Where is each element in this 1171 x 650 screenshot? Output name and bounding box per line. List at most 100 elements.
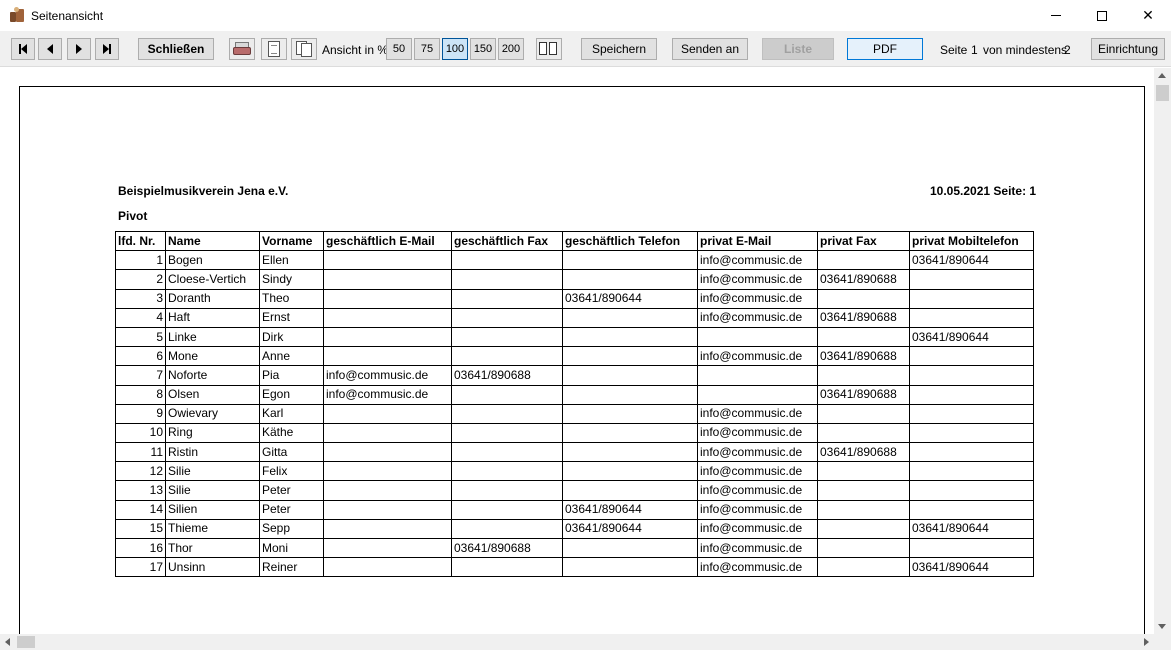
- two-pages-button[interactable]: [291, 38, 317, 60]
- vertical-scroll-thumb[interactable]: [1156, 85, 1169, 101]
- cell-col-nr: 8: [115, 384, 166, 405]
- maximize-button[interactable]: [1079, 0, 1125, 31]
- table-row: 8 Olsen Egon info@commusic.de 03641/890688: [115, 384, 1034, 405]
- zoom-label: Ansicht in %: [322, 43, 389, 57]
- table-row: 3 Doranth Theo 03641/890644 info@commusic.de: [115, 288, 1034, 309]
- scroll-up-icon[interactable]: [1158, 73, 1166, 78]
- next-page-button[interactable]: [67, 38, 91, 60]
- zoom-100-button[interactable]: 100: [442, 38, 468, 60]
- app-icon: [9, 7, 25, 23]
- cell-col-privat-fax: [817, 480, 910, 501]
- vertical-scrollbar[interactable]: [1154, 68, 1171, 634]
- cell-col-privat-email: info@commusic.de: [697, 288, 818, 309]
- table-row: 14 Silien Peter 03641/890644 info@commusic.d…: [115, 499, 1034, 520]
- cell-col-privat-mobil: [909, 384, 1034, 405]
- cell-col-gesch-fax: [451, 461, 563, 482]
- list-button[interactable]: Liste: [762, 38, 834, 60]
- close-window-button[interactable]: ✕: [1125, 0, 1171, 31]
- cell-col-privat-email: info@commusic.de: [697, 422, 818, 444]
- cell-col-gesch-email: [323, 499, 452, 520]
- cell-col-gesch-email: [323, 326, 452, 348]
- cell-col-name: Noforte: [165, 365, 260, 386]
- next-page-icon: [76, 44, 82, 54]
- cell-col-nr: 11: [115, 442, 166, 463]
- close-preview-button[interactable]: Schließen: [138, 38, 214, 60]
- print-button[interactable]: [229, 38, 255, 60]
- cell-col-vorname: Anne: [259, 346, 324, 367]
- cell-col-privat-mobil: [909, 422, 1034, 444]
- cell-col-gesch-telefon: [562, 422, 698, 444]
- table-row: 15 Thieme Sepp 03641/890644 info@commusic.de…: [115, 518, 1034, 540]
- cell-col-gesch-email: [323, 537, 452, 559]
- zoom-200-button[interactable]: 200: [498, 38, 524, 60]
- report-page: Beispielmusikverein Jena e.V. 10.05.2021…: [19, 86, 1145, 634]
- cell-col-privat-fax: 03641/890688: [817, 346, 910, 367]
- cell-col-gesch-fax: [451, 346, 563, 367]
- cell-col-privat-mobil: [909, 403, 1034, 424]
- cell-col-privat-email: info@commusic.de: [697, 442, 818, 463]
- printer-icon: [233, 42, 251, 56]
- zoom-75-button[interactable]: 75: [414, 38, 440, 60]
- cell-col-gesch-telefon: [562, 326, 698, 348]
- pdf-button[interactable]: PDF: [847, 38, 923, 60]
- save-button[interactable]: Speichern: [581, 38, 657, 60]
- zoom-150-button[interactable]: 150: [470, 38, 496, 60]
- cell-col-nr: 4: [115, 307, 166, 328]
- cell-col-gesch-email: [323, 442, 452, 463]
- cell-col-gesch-telefon: [562, 250, 698, 271]
- page-label: Seite: [940, 43, 968, 57]
- cell-col-privat-email: info@commusic.de: [697, 537, 818, 559]
- close-icon: ✕: [1142, 7, 1154, 23]
- toolbar: Schließen Ansicht in % 50 75 100 150 200…: [0, 31, 1171, 67]
- cell-col-nr: 3: [115, 288, 166, 309]
- cell-col-privat-email: [697, 384, 818, 405]
- horizontal-scroll-thumb[interactable]: [17, 636, 35, 648]
- scroll-left-icon[interactable]: [5, 638, 10, 646]
- scroll-down-icon[interactable]: [1158, 624, 1166, 629]
- page-total: 2: [1064, 43, 1071, 57]
- first-page-button[interactable]: [11, 38, 35, 60]
- cell-col-name: Silie: [165, 461, 260, 482]
- cell-col-nr: 1: [115, 250, 166, 271]
- cell-col-privat-fax: [817, 518, 910, 540]
- cell-col-gesch-email: [323, 422, 452, 444]
- cell-col-privat-mobil: [909, 365, 1034, 386]
- horizontal-scrollbar[interactable]: [0, 634, 1154, 650]
- cell-col-gesch-fax: [451, 307, 563, 328]
- cell-col-privat-email: [697, 326, 818, 348]
- table-row: 7 Noforte Pia info@commusic.de 03641/890688: [115, 365, 1034, 386]
- cell-col-name: Linke: [165, 326, 260, 348]
- cell-col-gesch-email: [323, 250, 452, 271]
- multi-pages-button[interactable]: [536, 38, 562, 60]
- cell-col-nr: 12: [115, 461, 166, 482]
- cell-col-privat-mobil: 03641/890644: [909, 326, 1034, 348]
- cell-col-privat-email: info@commusic.de: [697, 518, 818, 540]
- cell-col-gesch-telefon: [562, 269, 698, 290]
- minimize-button[interactable]: [1033, 0, 1079, 31]
- cell-col-privat-fax: [817, 461, 910, 482]
- cell-col-privat-email: info@commusic.de: [697, 461, 818, 482]
- cell-col-privat-email: info@commusic.de: [697, 307, 818, 328]
- cell-col-privat-fax: [817, 499, 910, 520]
- preview-viewport: Beispielmusikverein Jena e.V. 10.05.2021…: [0, 68, 1154, 634]
- cell-col-name: Owievary: [165, 403, 260, 424]
- cell-col-gesch-telefon: [562, 537, 698, 559]
- cell-col-privat-email: info@commusic.de: [697, 403, 818, 424]
- last-page-button[interactable]: [95, 38, 119, 60]
- prev-page-button[interactable]: [38, 38, 62, 60]
- cell-col-vorname: Sepp: [259, 518, 324, 540]
- cell-col-gesch-email: [323, 346, 452, 367]
- last-page-icon: [103, 44, 111, 54]
- cell-col-gesch-email: info@commusic.de: [323, 365, 452, 386]
- setup-button[interactable]: Einrichtung: [1091, 38, 1165, 60]
- cell-col-privat-email: info@commusic.de: [697, 269, 818, 290]
- header-col-privat-email: privat E-Mail: [697, 230, 818, 252]
- cell-col-gesch-fax: [451, 288, 563, 309]
- scroll-right-icon[interactable]: [1144, 638, 1149, 646]
- table-row: 16 Thor Moni 03641/890688 info@commusic.de: [115, 537, 1034, 559]
- single-page-button[interactable]: [261, 38, 287, 60]
- zoom-50-button[interactable]: 50: [386, 38, 412, 60]
- header-col-nr: lfd. Nr.: [115, 230, 166, 252]
- send-to-button[interactable]: Senden an: [672, 38, 748, 60]
- page-of-label: von mindestens: [983, 43, 1068, 57]
